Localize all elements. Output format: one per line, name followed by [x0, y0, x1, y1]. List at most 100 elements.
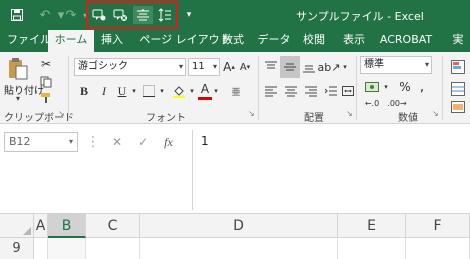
- number-format-dropdown[interactable]: 標準 ▾: [360, 56, 432, 74]
- ribbon-home: 貼り付け ▾ ✂ クリップボード ↘ 游ゴシック ▾ 11 ▾ A ▴ A ▾ B …: [0, 52, 470, 124]
- title-bar: ↶ ▾ ↷ ▾ ▾ サンプルファイル - Excel: [0, 0, 470, 30]
- tab-more[interactable]: 実: [446, 30, 470, 52]
- italic-button[interactable]: I: [96, 82, 112, 100]
- save-icon[interactable]: [8, 6, 26, 24]
- align-right-icon[interactable]: [302, 82, 320, 100]
- font-group-label: フォント: [146, 113, 186, 124]
- name-box[interactable]: B12 ▾: [4, 132, 78, 152]
- enter-icon[interactable]: ✓: [138, 135, 148, 149]
- column-header-e[interactable]: E: [338, 214, 406, 238]
- grow-font-glyph: A: [223, 60, 232, 74]
- fill-color-dropdown-icon[interactable]: ▾: [188, 82, 196, 100]
- cell-e9[interactable]: [338, 238, 406, 259]
- column-header-f[interactable]: F: [406, 214, 470, 238]
- tab-view[interactable]: 表示: [340, 30, 368, 52]
- align-center-text-icon[interactable]: [282, 82, 300, 100]
- cell-f9[interactable]: [406, 238, 470, 259]
- show-changes-icon[interactable]: [90, 6, 108, 24]
- bold-button[interactable]: B: [76, 82, 92, 100]
- underline-button[interactable]: U: [114, 82, 130, 100]
- column-header-a[interactable]: A: [34, 214, 48, 238]
- increase-decimal-icon[interactable]: ←.0: [362, 96, 382, 110]
- paste-button-label[interactable]: 貼り付け: [4, 82, 44, 97]
- align-left-icon[interactable]: [262, 82, 280, 100]
- underline-dropdown-icon[interactable]: ▾: [130, 82, 138, 100]
- shrink-font-button[interactable]: A ▾: [238, 58, 252, 76]
- font-size-dropdown[interactable]: 11 ▾: [188, 58, 220, 76]
- cell-d9[interactable]: [140, 238, 338, 259]
- insert-function-icon[interactable]: fx: [164, 135, 173, 150]
- paste-icon[interactable]: [6, 56, 30, 82]
- format-as-table-icon[interactable]: [448, 80, 468, 98]
- customize-qat-icon[interactable]: ▾: [180, 6, 198, 24]
- orientation-icon[interactable]: ab↗: [318, 58, 341, 76]
- track-changes-icon[interactable]: [111, 6, 129, 24]
- grow-font-button[interactable]: A ▴: [222, 58, 236, 76]
- chevron-down-icon: ▾: [68, 137, 73, 146]
- font-size-value: 11: [192, 61, 205, 72]
- indent-icon[interactable]: [322, 82, 340, 100]
- merge-center-icon[interactable]: [340, 82, 356, 100]
- number-group-label: 数値: [398, 113, 418, 124]
- alignment-group-label: 配置: [304, 113, 324, 124]
- tab-data[interactable]: データ: [256, 30, 292, 52]
- font-color-dropdown-icon[interactable]: ▾: [212, 82, 220, 100]
- decrease-decimal-icon[interactable]: .00→: [386, 96, 408, 110]
- formula-bar-buttons: ✕ ✓ fx: [100, 132, 190, 152]
- conditional-format-icon[interactable]: [448, 58, 468, 76]
- formula-bar-grip-icon: ⋮: [86, 134, 100, 150]
- ribbon-tabs: ファイル ホーム 挿入 ページ レイアウト 数式 データ 校閲 表示 ACROB…: [0, 30, 470, 52]
- currency-dropdown-icon[interactable]: ▾: [382, 78, 390, 96]
- orientation-dropdown-icon[interactable]: ▾: [340, 58, 350, 76]
- separator: [258, 56, 259, 120]
- separator: [68, 56, 69, 120]
- font-name-value: 游ゴシック: [78, 61, 128, 72]
- row-header-9[interactable]: 9: [0, 238, 34, 259]
- separator: [356, 56, 357, 120]
- currency-format-icon[interactable]: [362, 78, 382, 96]
- tab-file[interactable]: ファイル: [6, 30, 52, 52]
- tab-review[interactable]: 校閲: [300, 30, 328, 52]
- tab-insert[interactable]: 挿入: [98, 30, 126, 52]
- align-center-icon[interactable]: [133, 6, 153, 24]
- line-spacing-icon[interactable]: [156, 6, 174, 24]
- tab-home[interactable]: ホーム: [48, 30, 94, 52]
- cell-c9[interactable]: [86, 238, 140, 259]
- column-header-c[interactable]: C: [86, 214, 140, 238]
- window-title: サンプルファイル - Excel: [296, 10, 424, 23]
- formula-bar: B12 ▾ ⋮ ✕ ✓ fx 1: [0, 124, 470, 214]
- cancel-icon[interactable]: ✕: [112, 135, 122, 149]
- cell-styles-icon[interactable]: [448, 100, 468, 114]
- fill-color-icon[interactable]: [170, 82, 188, 100]
- select-all-button[interactable]: [0, 214, 34, 238]
- cell-a9[interactable]: [34, 238, 48, 259]
- column-header-b[interactable]: B: [48, 214, 86, 238]
- format-painter-icon[interactable]: [38, 90, 54, 106]
- percent-style-button[interactable]: %: [398, 78, 412, 96]
- phonetic-icon[interactable]: 亜: [228, 82, 244, 100]
- alignment-launcher-icon[interactable]: ↘: [346, 110, 354, 118]
- align-top-icon[interactable]: [262, 58, 280, 76]
- paste-dropdown-icon[interactable]: ▾: [16, 94, 20, 103]
- font-color-button[interactable]: A: [198, 80, 212, 98]
- copy-icon[interactable]: [38, 74, 54, 90]
- borders-dropdown-icon[interactable]: ▾: [158, 82, 166, 100]
- tab-formulas[interactable]: 数式: [218, 30, 248, 52]
- cell-b9[interactable]: [48, 238, 86, 259]
- comma-style-button[interactable]: ,: [416, 78, 428, 96]
- font-name-dropdown[interactable]: 游ゴシック ▾: [74, 58, 186, 76]
- font-color-swatch: [198, 97, 212, 100]
- borders-icon[interactable]: [140, 82, 158, 100]
- clipboard-launcher-icon[interactable]: ↘: [58, 110, 66, 118]
- cut-icon[interactable]: ✂: [38, 56, 54, 72]
- column-header-d[interactable]: D: [140, 214, 338, 238]
- number-launcher-icon[interactable]: ↘: [432, 110, 440, 118]
- font-launcher-icon[interactable]: ↘: [248, 110, 256, 118]
- align-middle-icon[interactable]: [280, 56, 300, 78]
- formula-input[interactable]: 1: [192, 130, 470, 210]
- chevron-down-icon: ▾: [178, 62, 183, 71]
- chevron-down-icon: ▾: [424, 60, 429, 69]
- align-bottom-icon[interactable]: [300, 58, 318, 76]
- tab-acrobat[interactable]: ACROBAT: [376, 30, 436, 52]
- name-box-value: B12: [9, 135, 31, 148]
